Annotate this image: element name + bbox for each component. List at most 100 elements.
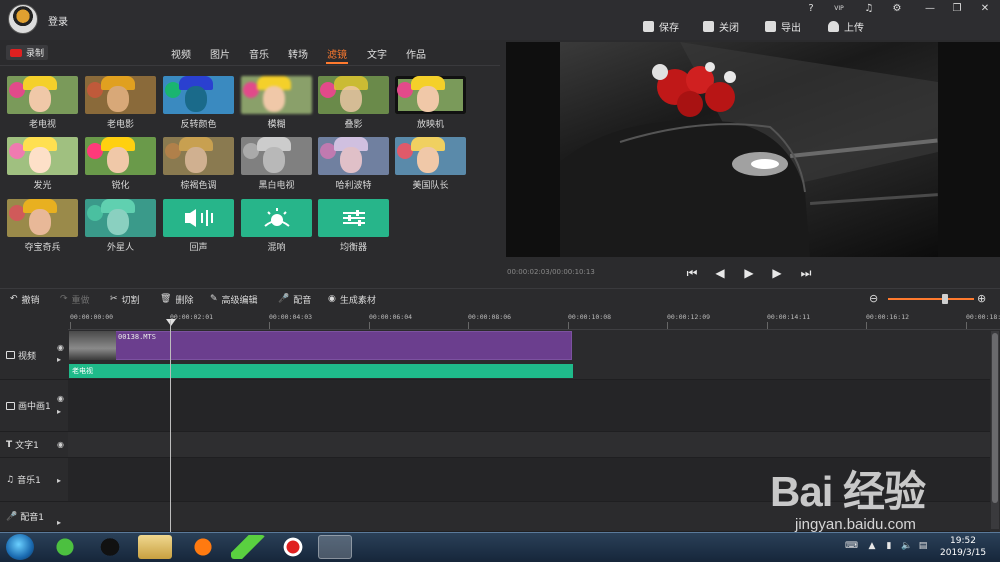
filter-item[interactable]: 锐化 (85, 137, 156, 191)
filter-item[interactable]: 叠影 (318, 76, 389, 130)
ruler-label: 00:00:06:04 (369, 313, 413, 321)
login-link[interactable]: 登录 (48, 13, 68, 28)
speaker-icon[interactable]: ▸ (57, 518, 61, 527)
restore-icon[interactable]: ❐ (950, 3, 964, 15)
filter-item[interactable]: 外星人 (85, 199, 156, 253)
playhead-handle[interactable] (166, 319, 176, 326)
redo-button[interactable]: ↷ 重做 (60, 292, 90, 306)
firefox-icon[interactable] (186, 535, 220, 559)
upload-button[interactable]: 上传 (828, 18, 864, 34)
track-lane-pip[interactable] (68, 380, 990, 432)
filter-item[interactable]: 棕褐色调 (163, 137, 234, 191)
filter-item[interactable]: 混响 (241, 199, 312, 253)
undo-button[interactable]: ↶ 撤销 (10, 292, 40, 306)
tab-image[interactable]: 图片 (210, 46, 230, 61)
speaker-icon[interactable]: ▸ (57, 407, 61, 416)
cut-button[interactable]: ✂ 切割 (110, 292, 140, 306)
zoom-out-icon[interactable]: ⊖ (869, 292, 878, 305)
tab-transition[interactable]: 转场 (288, 46, 308, 61)
volume-icon[interactable]: 🔈 (901, 541, 912, 551)
filter-label: 叠影 (344, 120, 363, 130)
clock-date[interactable]: 2019/3/15 (940, 548, 986, 558)
explorer-icon[interactable] (138, 535, 172, 559)
qq-icon[interactable] (93, 535, 127, 559)
delete-button[interactable]: 🗑 删除 (160, 292, 193, 306)
visibility-icon[interactable]: ◉ (57, 440, 64, 449)
music-note-icon: ♫ (6, 474, 15, 485)
player-icon[interactable] (231, 535, 265, 559)
filter-item[interactable]: 反转颜色 (163, 76, 234, 130)
gear-icon[interactable]: ⚙ (890, 3, 904, 15)
close-button[interactable]: 关闭 (703, 18, 739, 34)
filter-label: 混响 (267, 243, 286, 253)
record-button[interactable]: 录制 (6, 45, 48, 60)
keyboard-icon[interactable]: ⌨ (845, 541, 858, 551)
360-icon[interactable] (48, 535, 82, 559)
filter-item[interactable]: 美国队长 (395, 137, 466, 191)
speaker-icon[interactable]: ▸ (57, 355, 61, 364)
zoom-slider[interactable] (888, 298, 974, 300)
save-button[interactable]: 保存 (643, 18, 679, 34)
filter-item[interactable]: 哈利波特 (318, 137, 389, 191)
filter-label: 棕褐色调 (180, 181, 217, 191)
play-icon[interactable]: ▶ (742, 266, 756, 280)
dub-button[interactable]: 🎤 配音 (278, 292, 311, 306)
help-icon[interactable]: ? (804, 3, 818, 15)
step-forward-icon[interactable]: ▶ (770, 266, 784, 280)
tab-works[interactable]: 作品 (406, 46, 426, 61)
track-lane-text[interactable] (68, 432, 990, 458)
generate-material-button[interactable]: ◉ 生成素材 (328, 292, 376, 306)
filter-item[interactable]: 夺宝奇兵 (7, 199, 78, 253)
skip-start-icon[interactable]: ⏮ (685, 266, 699, 280)
undo-icon: ↶ (10, 294, 18, 304)
track-label: 音乐1 (17, 476, 41, 486)
ruler-tick (966, 322, 967, 329)
vip-icon[interactable]: VIP (832, 3, 846, 15)
minimize-icon[interactable]: — (923, 3, 937, 15)
filter-item[interactable]: 发光 (7, 137, 78, 191)
export-button[interactable]: 导出 (765, 18, 801, 34)
filter-thumbnail (395, 76, 466, 114)
tray-arrow-icon[interactable]: ▲ (867, 541, 877, 551)
tab-video[interactable]: 视频 (171, 46, 191, 61)
visibility-icon[interactable]: ◉ (57, 394, 64, 403)
filter-item[interactable]: 均衡器 (318, 199, 389, 253)
zoom-slider-handle[interactable] (941, 294, 948, 304)
skip-end-icon[interactable]: ⏭ (799, 266, 813, 280)
avatar[interactable] (8, 4, 38, 34)
bell-icon[interactable]: ♫ (862, 3, 876, 15)
start-button[interactable] (6, 534, 34, 560)
tab-text[interactable]: 文字 (367, 46, 387, 61)
battery-icon[interactable]: ▮ (884, 541, 894, 551)
tab-music[interactable]: 音乐 (249, 46, 269, 61)
window-close-icon[interactable]: ✕ (978, 3, 992, 15)
filter-item[interactable]: 老电影 (85, 76, 156, 130)
zoom-in-icon[interactable]: ⊕ (977, 292, 986, 305)
filter-label: 放映机 (416, 120, 444, 130)
step-back-icon[interactable]: ◀ (713, 266, 727, 280)
playhead[interactable] (170, 320, 171, 532)
track-header-voice: 🎤 配音1 (0, 502, 68, 532)
filter-item[interactable]: 黑白电视 (241, 137, 312, 191)
ruler-label: 00:00:18: (966, 313, 1000, 321)
video-editor-taskbar-icon[interactable] (318, 535, 352, 559)
track-header-pip: 画中画1 (0, 380, 68, 432)
tab-filter[interactable]: 滤镜 (327, 46, 347, 61)
filter-clip[interactable] (69, 364, 573, 378)
video-frame[interactable] (560, 42, 938, 257)
filter-item[interactable]: 回声 (163, 199, 234, 253)
advanced-edit-button[interactable]: ✎ 高级编辑 (210, 292, 258, 306)
visibility-icon[interactable]: ◉ (57, 343, 64, 352)
filter-item[interactable]: 放映机 (395, 76, 466, 130)
track-label: 配音1 (20, 513, 44, 523)
export-label: 导出 (781, 22, 801, 34)
clock-time[interactable]: 19:52 (950, 536, 976, 546)
network-icon[interactable]: ▤ (918, 541, 928, 551)
speaker-icon[interactable]: ▸ (57, 476, 61, 485)
recorder-icon[interactable] (276, 535, 310, 559)
filter-thumbnail (395, 137, 466, 175)
filter-item[interactable]: 模糊 (241, 76, 312, 130)
filter-item[interactable]: 老电视 (7, 76, 78, 130)
scrollbar-thumb[interactable] (992, 333, 998, 503)
cut-label: 切割 (121, 295, 140, 306)
